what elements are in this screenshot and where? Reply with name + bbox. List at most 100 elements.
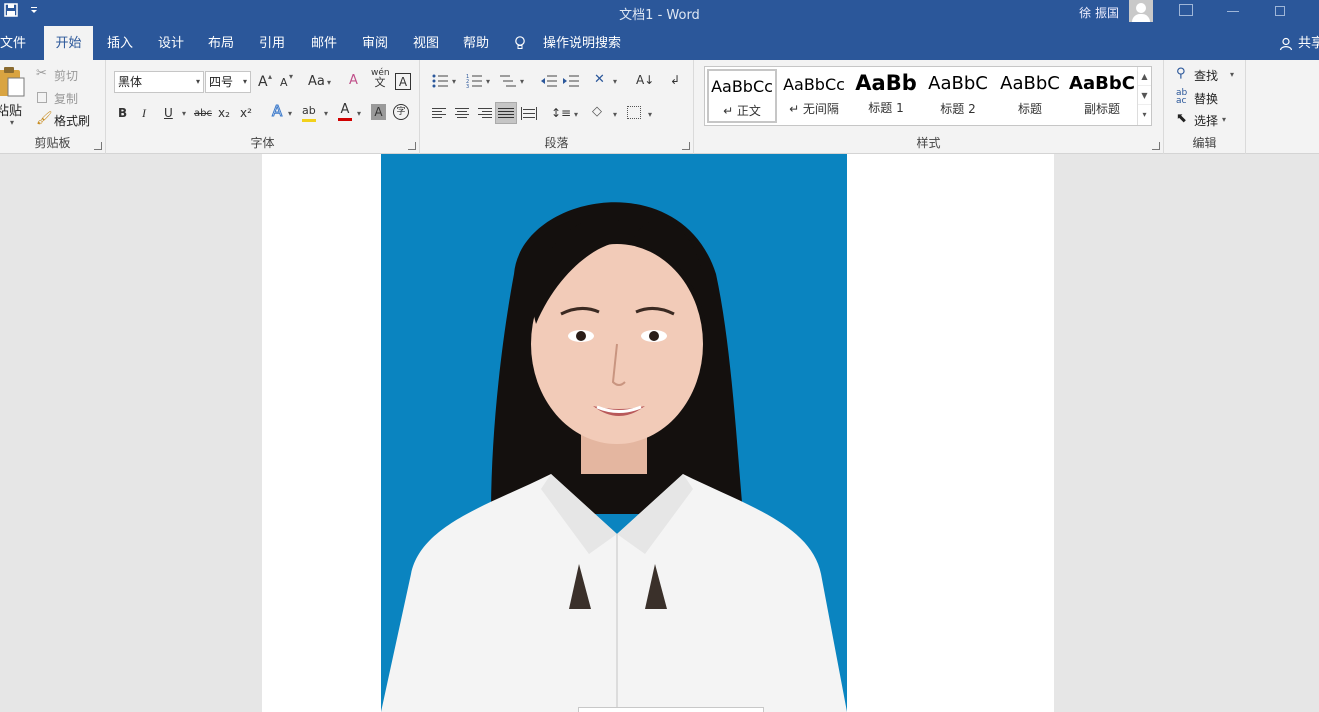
text-effects-button[interactable]: A xyxy=(272,103,282,119)
superscript-button[interactable]: x² xyxy=(240,105,252,121)
tell-me-search[interactable]: 操作说明搜索 xyxy=(537,26,627,60)
chinese-layout-dropdown-icon[interactable]: ▾ xyxy=(613,77,617,86)
scissors-icon: ✂ xyxy=(36,66,47,81)
increase-indent-icon[interactable] xyxy=(563,74,579,88)
font-color-button[interactable]: A xyxy=(338,102,352,121)
tab-review[interactable]: 审阅 xyxy=(356,26,394,60)
tab-layout[interactable]: 布局 xyxy=(202,26,240,60)
line-spacing-icon[interactable]: ↕≡ xyxy=(551,105,571,121)
shrink-font-button[interactable]: A xyxy=(280,75,288,91)
font-size-combo[interactable]: 四号▾ xyxy=(205,71,251,93)
more-styles-icon[interactable]: ▾ xyxy=(1138,105,1151,124)
clear-format-icon[interactable]: A xyxy=(349,73,358,89)
multilevel-dropdown-icon[interactable]: ▾ xyxy=(520,77,524,86)
tab-help[interactable]: 帮助 xyxy=(457,26,495,60)
character-border-button[interactable]: A xyxy=(395,73,411,90)
shrink-font-arrow-icon: ▾ xyxy=(289,72,293,81)
styles-scrollbar[interactable]: ▲ ▼ ▾ xyxy=(1137,67,1151,125)
underline-dropdown-icon[interactable]: ▾ xyxy=(182,109,186,118)
clipboard-launcher-icon[interactable] xyxy=(94,142,102,150)
style-heading-2[interactable]: AaBbC 标题 2 xyxy=(923,69,993,123)
find-button[interactable]: ⚲ 查找 ▾ xyxy=(1176,66,1242,84)
multilevel-list-icon[interactable] xyxy=(500,74,516,88)
show-marks-icon[interactable]: ↲ xyxy=(670,72,680,88)
font-size-dropdown-icon[interactable]: ▾ xyxy=(243,72,247,92)
sort-icon[interactable]: A↓ xyxy=(636,72,654,88)
distributed-icon[interactable] xyxy=(521,107,537,120)
align-right-icon[interactable] xyxy=(476,107,492,120)
style-subtitle[interactable]: AaBbC 副标题 xyxy=(1067,69,1137,123)
layout-options-tab[interactable] xyxy=(578,707,764,712)
copy-button[interactable]: 复制 xyxy=(36,89,96,107)
numbering-dropdown-icon[interactable]: ▾ xyxy=(486,77,490,86)
style-normal[interactable]: AaBbCc ↵ 正文 xyxy=(707,69,777,123)
change-case-button[interactable]: Aa xyxy=(308,74,325,90)
bullets-dropdown-icon[interactable]: ▾ xyxy=(452,77,456,86)
borders-icon[interactable] xyxy=(627,106,641,119)
chinese-layout-icon[interactable]: ✕ xyxy=(594,72,605,88)
strikethrough-button[interactable]: abc xyxy=(194,106,212,122)
paste-button[interactable]: 粘贴 ▾ xyxy=(0,64,28,126)
justify-button[interactable] xyxy=(495,102,517,124)
scroll-down-icon[interactable]: ▼ xyxy=(1138,86,1151,105)
style-name: ↵ 无间隔 xyxy=(779,100,849,117)
font-name-combo[interactable]: 黑体▾ xyxy=(114,71,204,93)
line-spacing-dropdown-icon[interactable]: ▾ xyxy=(574,110,578,119)
tab-mailings[interactable]: 邮件 xyxy=(305,26,343,60)
shading-icon[interactable]: ◇ xyxy=(592,104,602,120)
font-launcher-icon[interactable] xyxy=(408,142,416,150)
select-button[interactable]: ⬉ 选择 ▾ xyxy=(1176,111,1242,129)
grow-font-button[interactable]: A xyxy=(258,74,268,90)
phonetic-guide-button[interactable]: wén文 xyxy=(371,69,389,89)
align-left-icon[interactable] xyxy=(432,107,448,120)
shading-dropdown-icon[interactable]: ▾ xyxy=(613,110,617,119)
style-name: 副标题 xyxy=(1067,100,1137,117)
font-color-dropdown-icon[interactable]: ▾ xyxy=(357,109,361,118)
style-name: 标题 xyxy=(995,100,1065,117)
borders-dropdown-icon[interactable]: ▾ xyxy=(648,110,652,119)
share-button[interactable]: 共享 xyxy=(1279,26,1319,60)
paragraph-group: ▾ 123 ▾ ▾ ✕ ▾ A↓ ↲ ↕≡ ▾ ◇ ▾ ▾ 段落 xyxy=(420,60,694,154)
format-painter-button[interactable]: 🖌 格式刷 xyxy=(36,111,98,129)
style-heading-1[interactable]: AaBb 标题 1 xyxy=(851,69,921,123)
restore-icon[interactable] xyxy=(1275,6,1285,16)
styles-launcher-icon[interactable] xyxy=(1152,142,1160,150)
select-dropdown-icon[interactable]: ▾ xyxy=(1222,115,1226,124)
scroll-up-icon[interactable]: ▲ xyxy=(1138,67,1151,86)
decrease-indent-icon[interactable] xyxy=(541,74,557,88)
paragraph-launcher-icon[interactable] xyxy=(682,142,690,150)
highlight-button[interactable]: ab xyxy=(302,103,316,122)
subscript-button[interactable]: x₂ xyxy=(218,105,230,121)
style-no-spacing[interactable]: AaBbCc ↵ 无间隔 xyxy=(779,69,849,123)
find-dropdown-icon[interactable]: ▾ xyxy=(1230,70,1234,79)
tab-home[interactable]: 开始 xyxy=(44,26,93,60)
portrait-photo[interactable] xyxy=(381,154,847,712)
font-group: 黑体▾ 四号▾ A ▴ A ▾ Aa ▾ A wén文 A B I U ▾ ab… xyxy=(106,60,420,154)
highlight-dropdown-icon[interactable]: ▾ xyxy=(324,109,328,118)
tab-view[interactable]: 视图 xyxy=(407,26,445,60)
cut-button[interactable]: ✂ 剪切 xyxy=(36,66,96,84)
tab-insert[interactable]: 插入 xyxy=(101,26,139,60)
user-avatar[interactable] xyxy=(1129,0,1153,22)
user-name[interactable]: 徐 振国 xyxy=(1079,4,1119,21)
replace-button[interactable]: abac 替换 xyxy=(1176,89,1242,107)
bullets-icon[interactable] xyxy=(432,74,448,88)
font-name-dropdown-icon[interactable]: ▾ xyxy=(196,72,200,92)
change-case-dropdown-icon[interactable]: ▾ xyxy=(327,78,331,87)
style-sample: AaBbCc xyxy=(779,75,849,94)
numbering-icon[interactable]: 123 xyxy=(466,74,482,88)
align-center-icon[interactable] xyxy=(454,107,470,120)
italic-button[interactable]: I xyxy=(142,105,146,121)
enclose-characters-button[interactable]: 字 xyxy=(393,104,409,120)
character-shading-button[interactable]: A xyxy=(371,104,386,120)
minimize-icon[interactable] xyxy=(1227,11,1239,12)
text-effects-dropdown-icon[interactable]: ▾ xyxy=(288,109,292,118)
tab-references[interactable]: 引用 xyxy=(253,26,291,60)
tab-design[interactable]: 设计 xyxy=(152,26,190,60)
underline-button[interactable]: U xyxy=(164,105,173,121)
window-title: 文档1 - Word xyxy=(0,4,1319,23)
ribbon-display-options-icon[interactable] xyxy=(1179,4,1193,16)
style-title[interactable]: AaBbC 标题 xyxy=(995,69,1065,123)
bold-button[interactable]: B xyxy=(118,105,127,121)
tab-file[interactable]: 文件 xyxy=(0,26,32,60)
